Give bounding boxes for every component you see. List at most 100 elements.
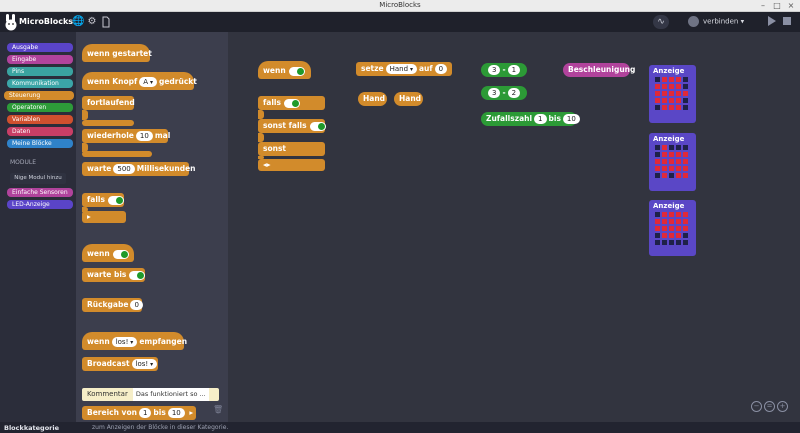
- led-cell[interactable]: [669, 84, 674, 89]
- block-comment[interactable]: Kommentar Das funktioniert so ...: [82, 388, 219, 401]
- range-from-input[interactable]: 1: [138, 408, 152, 418]
- set-value-input[interactable]: 0: [434, 64, 448, 74]
- led-cell[interactable]: [655, 212, 660, 217]
- led-cell[interactable]: [662, 84, 667, 89]
- operand-input[interactable]: 2: [507, 88, 521, 98]
- random-to-input[interactable]: 10: [562, 114, 580, 124]
- led-cell[interactable]: [669, 173, 674, 178]
- category-variablen[interactable]: Variablen: [7, 115, 73, 124]
- variable-dropdown[interactable]: Hand: [385, 64, 417, 74]
- globe-icon[interactable]: 🌐: [72, 16, 84, 28]
- led-cell[interactable]: [676, 159, 681, 164]
- maximize-icon[interactable]: □: [772, 1, 782, 11]
- led-cell[interactable]: [655, 145, 660, 150]
- module-led-anzeige[interactable]: LED-Anzeige: [7, 200, 73, 209]
- led-cell[interactable]: [655, 98, 660, 103]
- block-range[interactable]: Bereich von 1 bis 10 ▸: [82, 406, 196, 420]
- close-icon[interactable]: ×: [786, 1, 796, 11]
- range-to-input[interactable]: 10: [167, 408, 185, 418]
- random-from-input[interactable]: 1: [534, 114, 547, 124]
- script-subtract-expression[interactable]: 3-1: [481, 63, 527, 77]
- led-cell[interactable]: [676, 166, 681, 171]
- block-if[interactable]: falls: [82, 193, 124, 207]
- operand-input[interactable]: 3: [488, 65, 501, 75]
- category-pins[interactable]: Pins: [7, 67, 73, 76]
- led-cell[interactable]: [662, 240, 667, 245]
- button-dropdown[interactable]: A: [139, 77, 157, 87]
- block-when-started[interactable]: wenn gestartet: [82, 44, 152, 62]
- category-operatoren[interactable]: Operatoren: [7, 103, 73, 112]
- led-cell[interactable]: [655, 91, 660, 96]
- led-cell[interactable]: [662, 166, 667, 171]
- script-when[interactable]: wenn: [258, 61, 311, 79]
- led-cell[interactable]: [662, 226, 667, 231]
- led-cell[interactable]: [662, 145, 667, 150]
- graph-button[interactable]: ∿: [653, 15, 669, 29]
- comment-text[interactable]: Das funktioniert so ...: [132, 388, 209, 401]
- led-cell[interactable]: [655, 152, 660, 157]
- led-cell[interactable]: [669, 240, 674, 245]
- led-display-block[interactable]: Anzeige: [649, 200, 696, 256]
- led-cell[interactable]: [662, 233, 667, 238]
- wait-ms-input[interactable]: 500: [113, 164, 135, 174]
- operand-input[interactable]: 1: [507, 65, 521, 75]
- led-cell[interactable]: [676, 173, 681, 178]
- gear-icon[interactable]: ⚙: [86, 16, 98, 28]
- led-cell[interactable]: [662, 152, 667, 157]
- led-cell[interactable]: [669, 91, 674, 96]
- block-when-condition[interactable]: wenn: [82, 244, 134, 262]
- led-cell[interactable]: [676, 91, 681, 96]
- led-cell[interactable]: [662, 77, 667, 82]
- play-button[interactable]: [768, 16, 776, 26]
- led-cell[interactable]: [676, 98, 681, 103]
- condition-toggle[interactable]: [129, 270, 146, 280]
- led-cell[interactable]: [655, 105, 660, 110]
- stop-button[interactable]: [783, 17, 791, 25]
- led-cell[interactable]: [676, 240, 681, 245]
- led-display-block[interactable]: Anzeige: [649, 65, 696, 123]
- led-cell[interactable]: [676, 233, 681, 238]
- category-eingabe[interactable]: Eingabe: [7, 55, 73, 64]
- led-cell[interactable]: [683, 219, 688, 224]
- led-cell[interactable]: [655, 233, 660, 238]
- led-cell[interactable]: [662, 91, 667, 96]
- led-cell[interactable]: [655, 84, 660, 89]
- zoom-reset-icon[interactable]: =: [764, 401, 775, 412]
- led-cell[interactable]: [683, 77, 688, 82]
- block-wait-ms[interactable]: warte 500 Millisekunden: [82, 162, 196, 176]
- led-cell[interactable]: [683, 212, 688, 217]
- block-when-receive[interactable]: wennlos!empfangen: [82, 332, 187, 350]
- block-repeat[interactable]: wiederhole 10 mal: [82, 129, 170, 143]
- script-variable-hand[interactable]: Hand: [358, 92, 387, 106]
- led-cell[interactable]: [669, 219, 674, 224]
- operand-input[interactable]: 3: [488, 88, 501, 98]
- led-cell[interactable]: [669, 98, 674, 103]
- led-cell[interactable]: [655, 166, 660, 171]
- file-icon[interactable]: [100, 16, 112, 28]
- led-cell[interactable]: [669, 166, 674, 171]
- script-else-if[interactable]: sonst falls: [258, 119, 326, 133]
- led-cell[interactable]: [669, 159, 674, 164]
- led-cell[interactable]: [683, 233, 688, 238]
- category-meine-bloecke[interactable]: Meine Blöcke: [7, 139, 73, 148]
- led-cell[interactable]: [662, 98, 667, 103]
- led-grid[interactable]: [655, 145, 688, 178]
- led-cell[interactable]: [669, 212, 674, 217]
- script-random[interactable]: Zufallszahl 1 bis 10: [481, 112, 580, 126]
- condition-toggle[interactable]: [309, 121, 326, 131]
- block-forever[interactable]: fortlaufend: [82, 96, 135, 110]
- add-module-button[interactable]: Nige Modul hinzu: [10, 173, 66, 184]
- script-else[interactable]: sonst: [258, 142, 325, 156]
- led-cell[interactable]: [662, 212, 667, 217]
- block-broadcast[interactable]: Broadcast los!: [82, 357, 158, 371]
- connect-button[interactable]: verbinden ▾: [688, 16, 744, 27]
- condition-toggle[interactable]: [107, 195, 124, 205]
- script-set-variable[interactable]: setzeHandauf0: [356, 62, 452, 76]
- led-cell[interactable]: [683, 91, 688, 96]
- led-cell[interactable]: [655, 240, 660, 245]
- led-cell[interactable]: [676, 145, 681, 150]
- block-when-button-pressed[interactable]: wenn KnopfAgedrückt: [82, 72, 197, 90]
- message-dropdown[interactable]: los!: [131, 359, 158, 369]
- led-cell[interactable]: [669, 77, 674, 82]
- led-cell[interactable]: [676, 219, 681, 224]
